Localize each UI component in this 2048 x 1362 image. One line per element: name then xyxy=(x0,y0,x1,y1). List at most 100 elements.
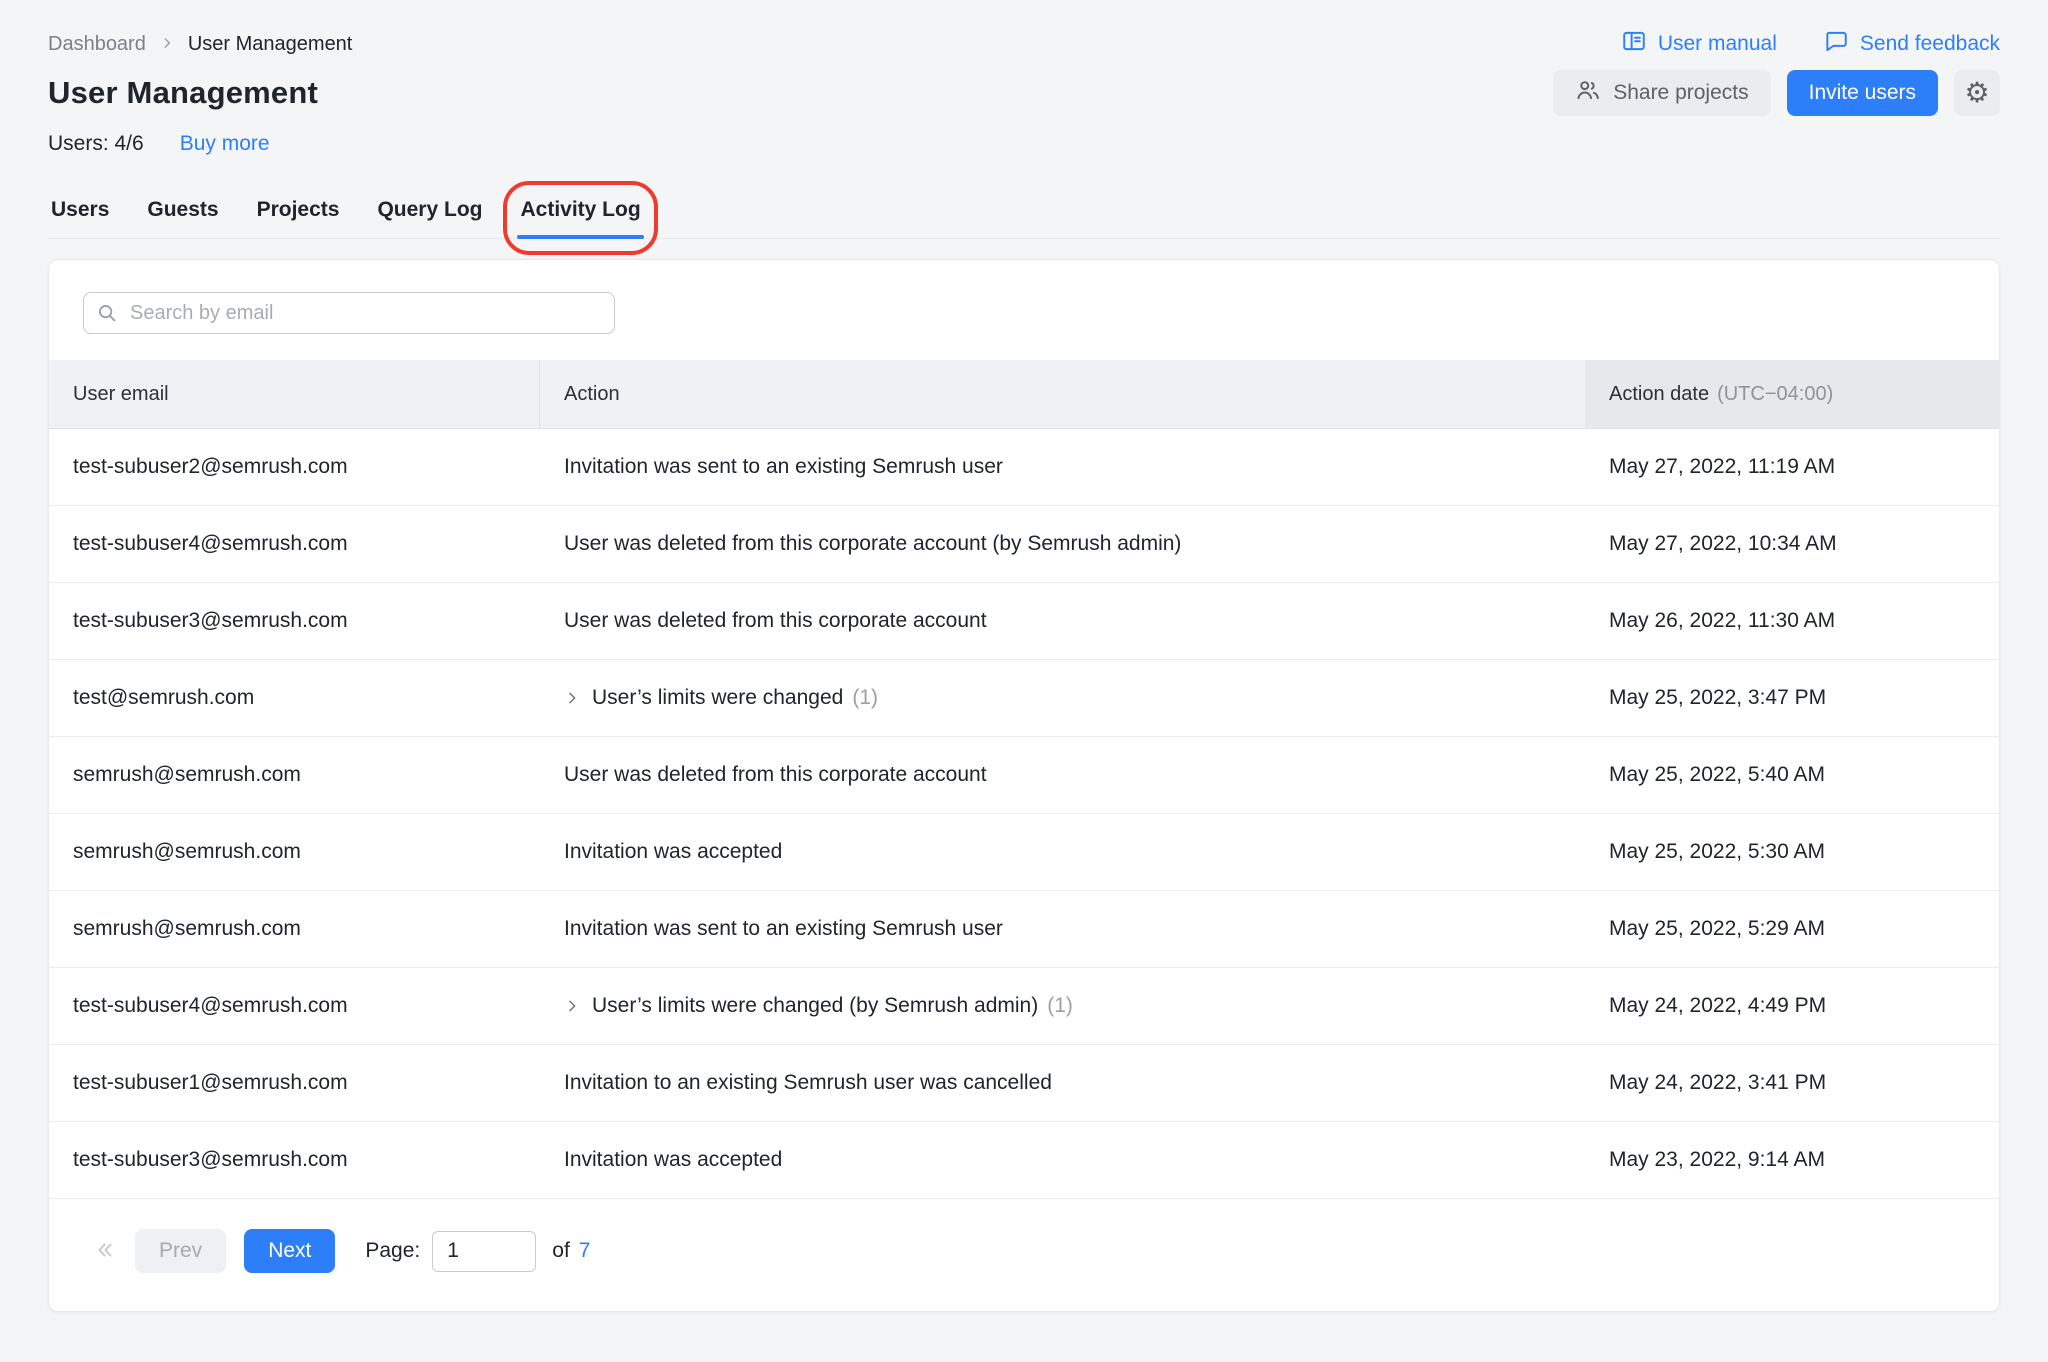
table-row: test-subuser4@semrush.com User was delet… xyxy=(49,506,1999,583)
tab-query-log[interactable]: Query Log xyxy=(374,188,485,238)
row-action: User was deleted from this corporate acc… xyxy=(540,506,1585,582)
page-title: User Management xyxy=(48,75,318,111)
row-date: May 25, 2022, 5:29 AM xyxy=(1585,891,1999,967)
table-row: test-subuser4@semrush.com User’s limits … xyxy=(49,968,1999,1045)
table-row: test-subuser1@semrush.com Invitation to … xyxy=(49,1045,1999,1122)
prev-button[interactable]: Prev xyxy=(135,1229,226,1273)
row-date: May 27, 2022, 11:19 AM xyxy=(1585,429,1999,505)
row-action-text: User’s limits were changed xyxy=(592,686,843,710)
row-date: May 25, 2022, 5:30 AM xyxy=(1585,814,1999,890)
row-date: May 24, 2022, 3:41 PM xyxy=(1585,1045,1999,1121)
tab-projects[interactable]: Projects xyxy=(254,188,343,238)
row-date: May 23, 2022, 9:14 AM xyxy=(1585,1122,1999,1198)
tab-activity-log[interactable]: Activity Log xyxy=(517,188,643,238)
activity-log-card: User email Action Action date (UTC−04:00… xyxy=(48,259,2000,1312)
total-pages-link[interactable]: 7 xyxy=(579,1239,591,1263)
user-manual-label: User manual xyxy=(1658,32,1777,56)
row-date: May 26, 2022, 11:30 AM xyxy=(1585,583,1999,659)
expand-row-button[interactable] xyxy=(564,690,580,706)
tabs: Users Guests Projects Query Log Activity Log xyxy=(48,188,2000,239)
search-input[interactable] xyxy=(83,292,615,334)
activity-table: User email Action Action date (UTC−04:00… xyxy=(49,360,1999,1199)
next-button[interactable]: Next xyxy=(244,1229,335,1273)
breadcrumb-separator-icon xyxy=(160,33,174,56)
invite-users-button[interactable]: Invite users xyxy=(1787,70,1938,116)
buy-more-link[interactable]: Buy more xyxy=(180,132,270,156)
share-projects-label: Share projects xyxy=(1613,81,1748,105)
row-action: Invitation was sent to an existing Semru… xyxy=(540,429,1585,505)
row-email: test-subuser4@semrush.com xyxy=(49,968,540,1044)
row-action-text: User was deleted from this corporate acc… xyxy=(564,532,1181,556)
row-email: test-subuser3@semrush.com xyxy=(49,583,540,659)
share-projects-button[interactable]: Share projects xyxy=(1553,70,1770,116)
row-action-text: Invitation was sent to an existing Semru… xyxy=(564,917,1003,941)
row-action-count: (1) xyxy=(1047,994,1073,1018)
send-feedback-link[interactable]: Send feedback xyxy=(1823,28,2000,60)
row-action-count: (1) xyxy=(852,686,878,710)
table-header: User email Action Action date (UTC−04:00… xyxy=(49,360,1999,429)
row-action: Invitation to an existing Semrush user w… xyxy=(540,1045,1585,1121)
topbar: Dashboard User Management User manual xyxy=(48,0,2000,60)
row-email: test-subuser2@semrush.com xyxy=(49,429,540,505)
people-icon xyxy=(1575,77,1601,109)
row-email: semrush@semrush.com xyxy=(49,737,540,813)
breadcrumb-current: User Management xyxy=(188,33,353,56)
column-header-action: Action xyxy=(540,360,1585,428)
table-row: test-subuser3@semrush.com User was delet… xyxy=(49,583,1999,660)
gear-icon: ⚙ xyxy=(1964,79,1989,107)
page: Dashboard User Management User manual xyxy=(0,0,2048,1312)
double-chevron-left-icon xyxy=(94,1239,116,1264)
table-row: semrush@semrush.com User was deleted fro… xyxy=(49,737,1999,814)
row-date: May 25, 2022, 5:40 AM xyxy=(1585,737,1999,813)
users-count: Users: 4/6 xyxy=(48,132,144,156)
header-actions: Share projects Invite users ⚙ xyxy=(1553,70,2000,116)
annotation-ring xyxy=(503,181,657,255)
feedback-chat-icon xyxy=(1823,28,1849,60)
first-page-button[interactable] xyxy=(83,1229,127,1273)
title-row: User Management Share projects Invite us… xyxy=(48,70,2000,116)
users-row: Users: 4/6 Buy more xyxy=(48,132,2000,156)
breadcrumb-dashboard[interactable]: Dashboard xyxy=(48,33,146,56)
row-email: test-subuser3@semrush.com xyxy=(49,1122,540,1198)
row-action: Invitation was accepted xyxy=(540,814,1585,890)
table-row: test@semrush.com User’s limits were chan… xyxy=(49,660,1999,737)
expand-row-button[interactable] xyxy=(564,998,580,1014)
row-action: User was deleted from this corporate acc… xyxy=(540,737,1585,813)
search-box xyxy=(83,292,615,334)
user-manual-link[interactable]: User manual xyxy=(1621,28,1777,60)
column-header-email: User email xyxy=(49,360,540,428)
tab-users[interactable]: Users xyxy=(48,188,112,238)
row-action-text: Invitation to an existing Semrush user w… xyxy=(564,1071,1052,1095)
row-action: Invitation was sent to an existing Semru… xyxy=(540,891,1585,967)
row-action: User was deleted from this corporate acc… xyxy=(540,583,1585,659)
row-email: test-subuser4@semrush.com xyxy=(49,506,540,582)
manual-book-icon xyxy=(1621,28,1647,60)
table-row: semrush@semrush.com Invitation was sent … xyxy=(49,891,1999,968)
row-action: User’s limits were changed (1) xyxy=(540,660,1585,736)
row-date: May 24, 2022, 4:49 PM xyxy=(1585,968,1999,1044)
timezone-label: (UTC−04:00) xyxy=(1717,383,1833,406)
row-email: test-subuser1@semrush.com xyxy=(49,1045,540,1121)
row-action-text: Invitation was sent to an existing Semru… xyxy=(564,455,1003,479)
row-date: May 25, 2022, 3:47 PM xyxy=(1585,660,1999,736)
search-row xyxy=(49,260,1999,360)
table-row: semrush@semrush.com Invitation was accep… xyxy=(49,814,1999,891)
tab-guests[interactable]: Guests xyxy=(144,188,221,238)
row-action-text: Invitation was accepted xyxy=(564,840,782,864)
table-body: test-subuser2@semrush.com Invitation was… xyxy=(49,429,1999,1199)
row-action-text: User was deleted from this corporate acc… xyxy=(564,609,987,633)
top-links: User manual Send feedback xyxy=(1621,28,2000,60)
column-header-action-date[interactable]: Action date (UTC−04:00) xyxy=(1585,360,1999,428)
action-date-label: Action date xyxy=(1609,383,1709,406)
row-action: Invitation was accepted xyxy=(540,1122,1585,1198)
pagination: Prev Next Page: of 7 xyxy=(49,1199,1999,1311)
row-email: semrush@semrush.com xyxy=(49,891,540,967)
row-date: May 27, 2022, 10:34 AM xyxy=(1585,506,1999,582)
search-icon xyxy=(96,302,118,324)
breadcrumb: Dashboard User Management xyxy=(48,33,352,56)
send-feedback-label: Send feedback xyxy=(1860,32,2000,56)
page-input[interactable] xyxy=(432,1231,536,1272)
table-row: test-subuser3@semrush.com Invitation was… xyxy=(49,1122,1999,1199)
settings-button[interactable]: ⚙ xyxy=(1954,70,2000,116)
row-action-text: User was deleted from this corporate acc… xyxy=(564,763,987,787)
